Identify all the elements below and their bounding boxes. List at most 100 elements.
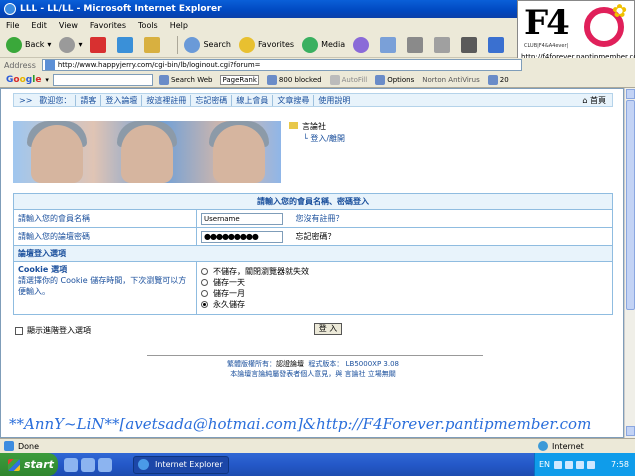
scroll-up-arrow-icon[interactable] [626,89,635,99]
cookie-option-day[interactable]: 儲存一天 [201,277,608,288]
cookie-description: Cookie 選項 請選擇你的 Cookie 儲存時間，下次瀏覽可以方便輸入。 [13,261,197,315]
back-button[interactable]: Back ▾ [6,36,51,53]
popup-blocker-button[interactable]: 800 blocked [266,74,322,85]
tray-icon[interactable] [554,460,563,469]
menu-tools[interactable]: Tools [138,21,158,30]
menu-help[interactable]: Help [170,21,188,30]
forum-sub-link[interactable]: └ 登入/離開 [303,133,345,144]
google-search-input[interactable] [52,73,153,86]
edit-button[interactable] [434,36,453,53]
nav-home[interactable]: ⌂ 首頁 [582,95,612,106]
nav-online-members[interactable]: 線上會員 [232,94,274,106]
counter-button[interactable]: 20 [487,74,509,85]
options-button[interactable]: Options [375,74,414,85]
brand-logo-text: F4 [524,3,570,43]
cookie-options: 不儲存，關閉瀏覽器就失效 儲存一天 儲存一月 永久儲存 [196,261,613,315]
address-input[interactable]: http://www.happyjerry.com/cgi-bin/lb/log… [41,59,522,71]
footer-disclaimer-link[interactable]: 言論社 [345,370,366,378]
scroll-thumb[interactable] [626,100,635,310]
media-button[interactable]: Media [302,36,345,53]
cookie-option-none[interactable]: 不儲存，關閉瀏覽器就失效 [201,266,608,277]
home-icon [144,36,161,53]
tray-icon[interactable] [576,460,585,469]
menu-view[interactable]: View [59,21,78,30]
nav-search[interactable]: 文章搜尋 [273,94,315,106]
advanced-options-toggle[interactable]: 顯示進階登入選項 [15,325,91,336]
footer-site-link[interactable]: 認證論壇 [276,360,304,368]
tray-icon[interactable] [587,460,596,469]
refresh-button[interactable] [117,36,136,53]
favorites-button[interactable]: Favorites [238,36,294,53]
nav-forgot-password[interactable]: 忘記密碼 [191,94,233,106]
stop-button[interactable] [90,36,109,53]
ie-icon [138,459,149,470]
cookie-option-forever[interactable]: 永久儲存 [201,299,608,310]
start-button[interactable]: start [0,453,58,476]
forum-nav-strip: >> 歡迎您： 請客 登入論壇 按這裡註冊 忘記密碼 線上會員 文章搜尋 使用說… [13,93,613,107]
radio-button-selected[interactable] [201,301,208,308]
nav-guest: 請客 [76,94,102,106]
nav-welcome: 歡迎您： [35,94,77,106]
password-input[interactable]: ●●●●●●●●● [201,230,283,243]
print-button[interactable] [407,36,426,53]
google-logo[interactable]: Google [6,75,41,85]
tray-icon[interactable] [565,460,574,469]
quick-launch-icon[interactable] [98,457,112,472]
address-url: http://www.happyjerry.com/cgi-bin/lb/log… [57,61,261,69]
pagerank-indicator[interactable]: PageRank [220,74,259,85]
refresh-icon [117,36,134,53]
google-search-web-button[interactable]: Search Web [158,74,212,85]
forward-button[interactable]: ▾ [59,36,82,53]
mail-button[interactable] [380,36,399,53]
brand-logo: F4 ✿ CLUB|F4&A4ever| http://f4forever.pa… [517,0,635,64]
forum-title: 言論社 [302,122,326,131]
username-input[interactable]: Username [201,212,283,225]
translate-button[interactable] [488,36,507,53]
quick-launch-icon[interactable] [81,457,95,472]
forum-breadcrumb: 言論社 └ 登入/離開 [289,121,345,143]
chevron-down-icon[interactable]: ▾ [45,76,49,84]
forward-arrow-icon [59,36,76,53]
language-indicator[interactable]: EN [539,460,550,469]
quick-launch-icon[interactable] [64,457,78,472]
star-icon: ✿ [612,1,628,22]
register-link[interactable]: 您沒有註冊？ [296,214,344,223]
ie-icon [4,3,16,15]
nav-register[interactable]: 按這裡註冊 [142,94,192,106]
username-cell: Username 您沒有註冊？ [196,209,613,228]
toolbar-separator [177,35,179,54]
home-icon: ⌂ [582,95,590,105]
search-icon [158,74,169,85]
menu-edit[interactable]: Edit [31,21,47,30]
page-content: >> 歡迎您： 請客 登入論壇 按這裡註冊 忘記密碼 線上會員 文章搜尋 使用說… [0,88,624,438]
login-submit-button[interactable]: 登 入 [314,323,342,335]
options-icon [375,74,386,85]
checkbox[interactable] [15,326,23,335]
history-button[interactable] [353,36,372,53]
menu-favorites[interactable]: Favorites [90,21,126,30]
nav-login[interactable]: 登入論壇 [101,94,143,106]
radio-button[interactable] [201,290,208,297]
footer-version-link[interactable]: LB5000XP 3.08 [346,360,399,368]
vertical-scrollbar[interactable] [624,88,635,438]
cookie-desc: 請選擇你的 Cookie 儲存時間，下次瀏覽可以方便輸入。 [18,276,187,296]
login-form-table: 請輸入您的會員名稱、密碼登入 請輸入您的會員名稱 Username 您沒有註冊？… [13,193,613,315]
page-icon [44,60,55,70]
radio-button[interactable] [201,268,208,275]
nav-help[interactable]: 使用說明 [314,95,354,106]
home-button[interactable] [144,36,163,53]
counter-icon [487,74,498,85]
translate-icon [488,36,505,53]
folder-icon [289,122,298,129]
radio-button[interactable] [201,279,208,286]
messenger-icon [461,36,478,53]
status-bar: Done Internet [0,438,635,453]
menu-file[interactable]: File [6,21,19,30]
cookie-option-month[interactable]: 儲存一月 [201,288,608,299]
messenger-button[interactable] [461,36,480,53]
search-button[interactable]: Search [184,36,231,53]
norton-antivirus-button[interactable]: Norton AntiVirus [422,76,480,84]
scroll-down-arrow-icon[interactable] [626,426,635,436]
autofill-button[interactable]: AutoFill [329,74,367,85]
taskbar-ie-button[interactable]: Internet Explorer [133,455,229,474]
